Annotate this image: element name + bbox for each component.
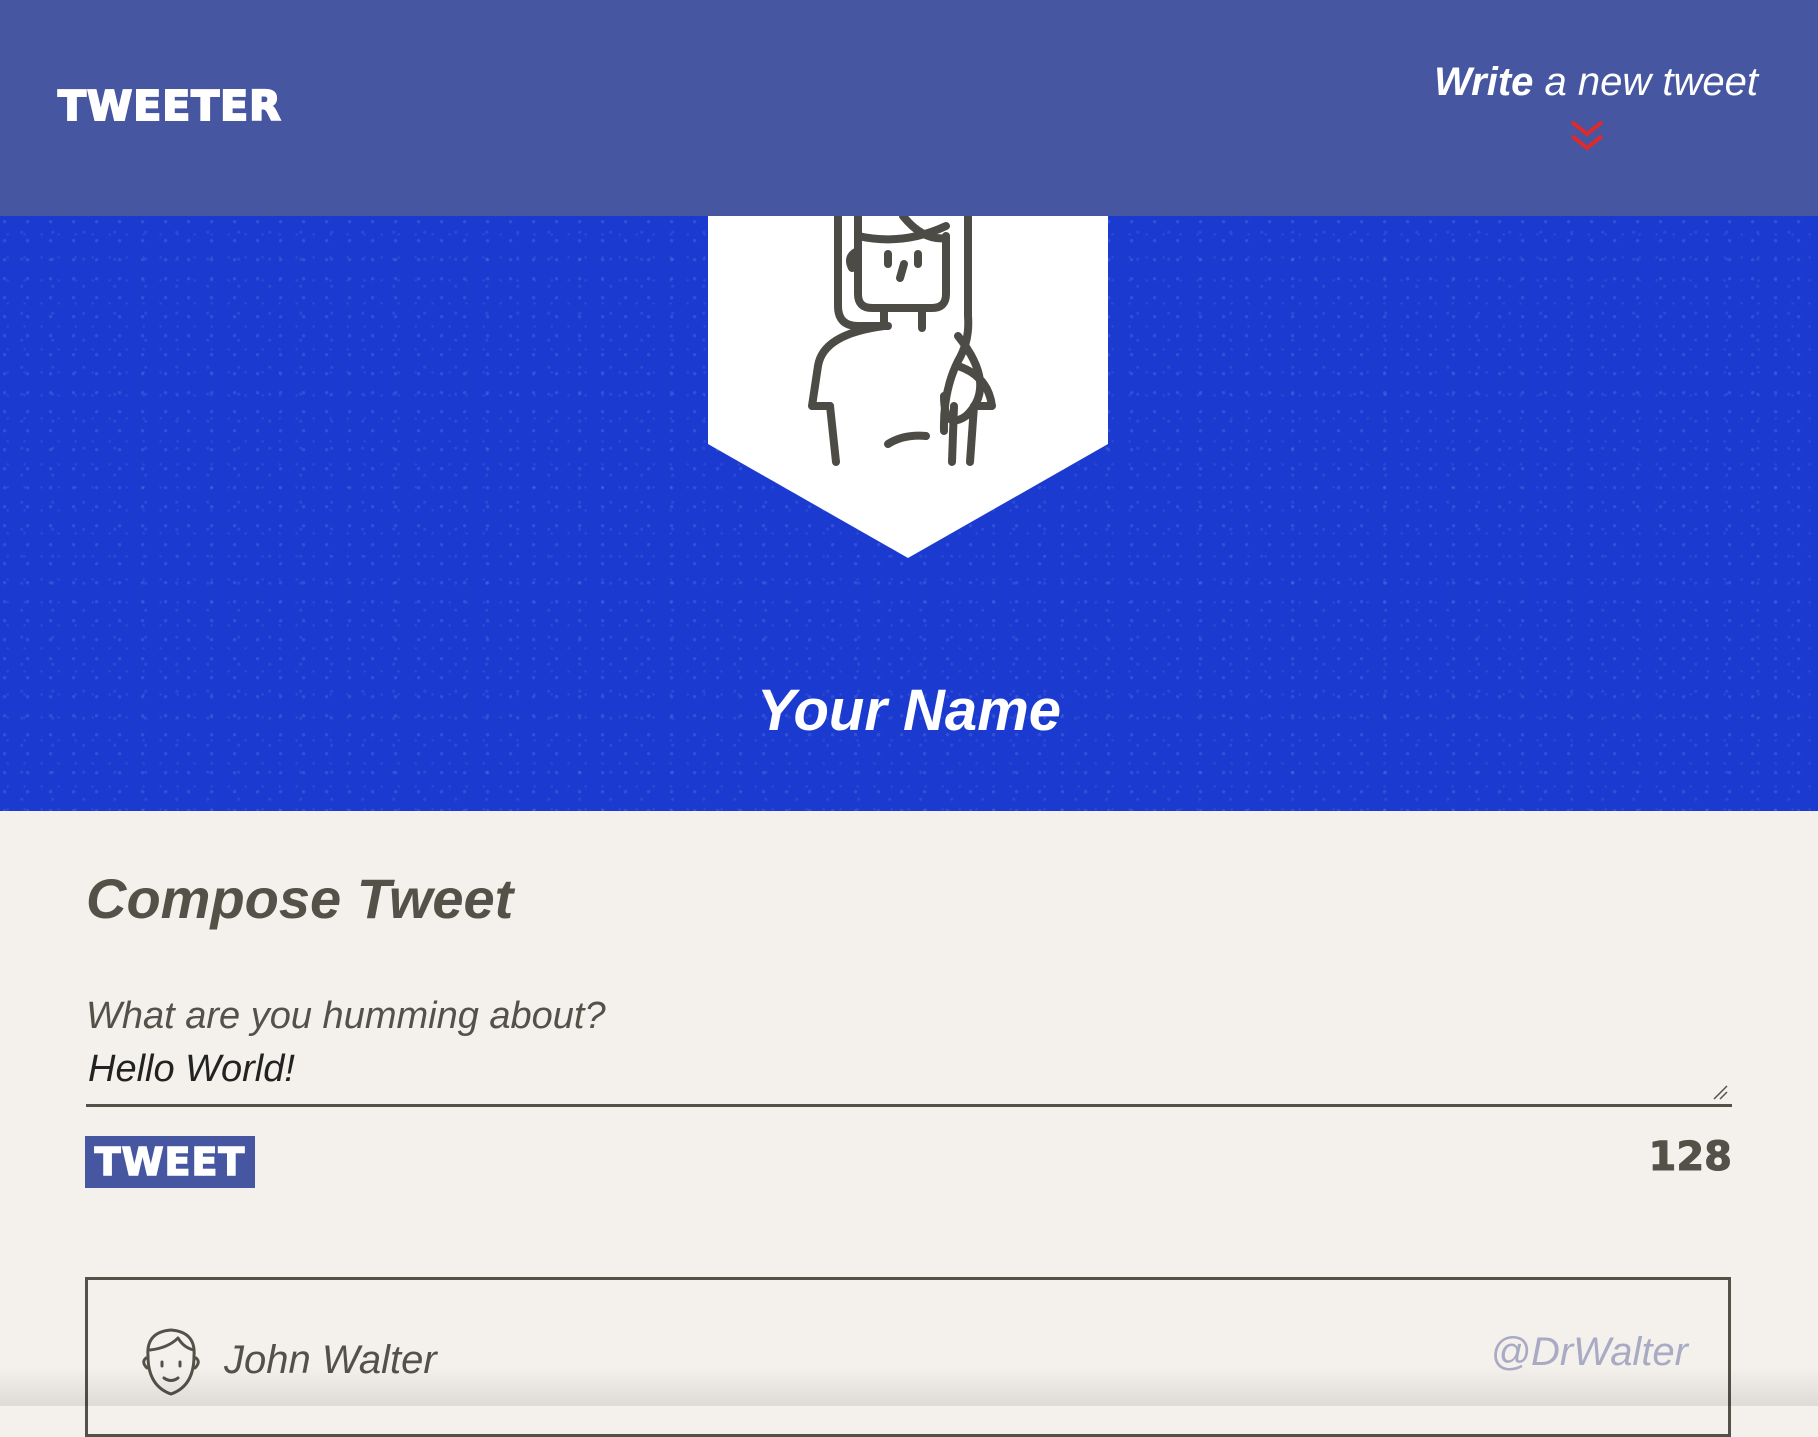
tweet-textarea[interactable]: Hello World!	[86, 1039, 1732, 1107]
write-new-tweet-toggle[interactable]: Write a new tweet	[1418, 62, 1758, 102]
compose-title: Compose Tweet	[86, 867, 514, 930]
man-avatar-icon	[142, 1328, 200, 1396]
new-tweet-label: a new tweet	[1533, 60, 1758, 104]
tweet-card: John Walter @DrWalter	[85, 1277, 1731, 1437]
brand-logo[interactable]: TWEETER	[57, 85, 282, 128]
double-chevron-down-icon[interactable]	[1568, 118, 1606, 154]
compose-section: Compose Tweet What are you humming about…	[0, 811, 1818, 1437]
tweet-author-handle[interactable]: @DrWalter	[1490, 1332, 1688, 1372]
profile-banner: Your Name	[0, 216, 1818, 811]
tweet-input-label: What are you humming about?	[86, 995, 606, 1037]
top-navbar: TWEETER Write a new tweet	[0, 0, 1818, 216]
tweet-submit-button[interactable]: TWEET	[85, 1136, 255, 1188]
write-label: Write	[1434, 60, 1534, 104]
character-counter: 128	[1648, 1134, 1732, 1180]
profile-name: Your Name	[756, 678, 1062, 743]
resize-handle-icon[interactable]	[1712, 1084, 1728, 1100]
woman-avatar-icon	[708, 216, 1108, 558]
tweet-author-name: John Walter	[224, 1338, 437, 1382]
